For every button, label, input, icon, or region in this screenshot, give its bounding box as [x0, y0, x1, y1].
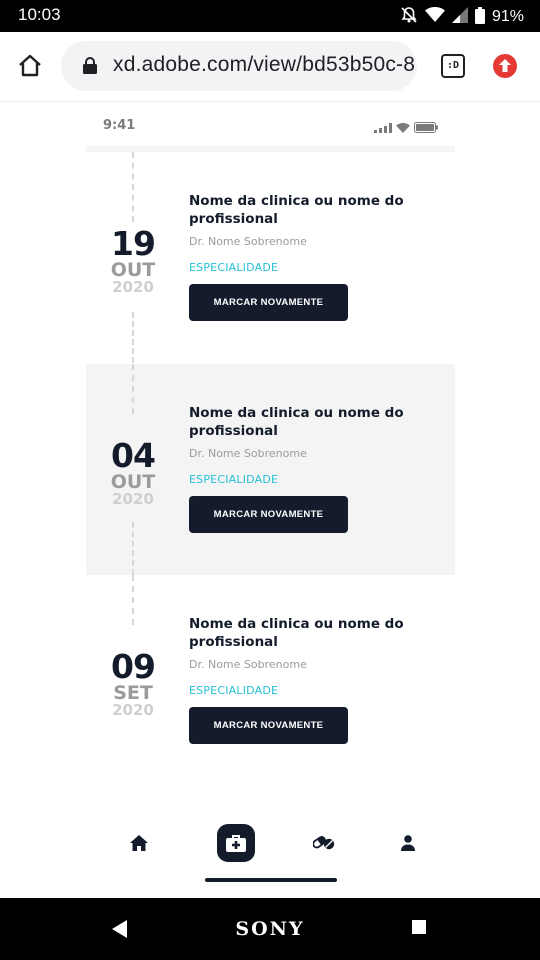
battery-percent: 91%: [491, 8, 524, 25]
date-year: 2020: [112, 701, 154, 719]
battery-icon: [414, 118, 438, 137]
rebook-button[interactable]: MARCAR NOVAMENTE: [189, 284, 348, 321]
address-bar[interactable]: xd.adobe.com/view/bd53b50c-8: [61, 41, 417, 91]
appointment-card: 04 OUT 2020 Nome da clinica ou nome do p…: [86, 364, 455, 575]
doctor-name: Dr. Nome Sobrenome: [189, 658, 307, 671]
date-year: 2020: [112, 278, 154, 296]
nav-home-icon[interactable]: [120, 824, 158, 862]
clinic-name: Nome da clinica ou nome do profissional: [189, 616, 404, 650]
appointment-date: 19 OUT 2020: [86, 224, 180, 296]
status-time: 10:03: [18, 5, 61, 24]
url-text: xd.adobe.com/view/bd53b50c-8: [113, 53, 416, 76]
home-indicator: [205, 878, 337, 882]
appointment-date: 09 SET 2020: [86, 647, 180, 719]
appointment-card: 19 OUT 2020 Nome da clinica ou nome do p…: [86, 152, 455, 363]
browser-toolbar: xd.adobe.com/view/bd53b50c-8 :D: [0, 32, 540, 102]
clinic-name: Nome da clinica ou nome do profissional: [189, 405, 404, 439]
date-day: 04: [111, 436, 156, 475]
nav-profile-icon[interactable]: [389, 824, 427, 862]
appointment-info: Nome da clinica ou nome do profissional …: [189, 615, 429, 744]
appointment-date: 04 OUT 2020: [86, 436, 180, 508]
date-day: 09: [111, 647, 156, 686]
battery-icon: [474, 6, 485, 28]
specialty: ESPECIALIDADE: [189, 261, 279, 274]
tab-switcher-button[interactable]: :D: [441, 54, 465, 78]
notifications-off-icon: [400, 6, 418, 28]
specialty: ESPECIALIDADE: [189, 473, 279, 486]
timeline-line: [132, 312, 134, 363]
timeline-line: [132, 152, 134, 222]
doctor-name: Dr. Nome Sobrenome: [189, 447, 307, 460]
rebook-button[interactable]: MARCAR NOVAMENTE: [189, 496, 348, 533]
appointment-info: Nome da clinica ou nome do profissional …: [189, 192, 429, 321]
date-day: 19: [111, 224, 156, 263]
android-nav-bar: SONY: [0, 898, 540, 960]
status-bar: 10:03 91%: [0, 0, 540, 32]
nav-medical-kit-icon[interactable]: [217, 824, 255, 862]
recents-icon[interactable]: [412, 920, 426, 934]
signal-icon: [374, 118, 392, 137]
specialty: ESPECIALIDADE: [189, 684, 279, 697]
browser-home-icon[interactable]: [16, 52, 44, 80]
brand-logo: SONY: [235, 918, 305, 940]
prototype-status-icons: [374, 118, 438, 137]
doctor-name: Dr. Nome Sobrenome: [189, 235, 307, 248]
lock-icon: [83, 57, 97, 74]
wifi-icon: [396, 118, 410, 137]
appointment-card: 09 SET 2020 Nome da clinica ou nome do p…: [86, 575, 455, 786]
update-icon[interactable]: [493, 54, 517, 78]
prototype-time: 9:41: [103, 118, 136, 133]
timeline-line: [132, 575, 134, 625]
nav-pills-icon[interactable]: [305, 824, 343, 862]
rebook-button[interactable]: MARCAR NOVAMENTE: [189, 707, 348, 744]
wifi-icon: [424, 7, 445, 27]
clinic-name: Nome da clinica ou nome do profissional: [189, 193, 404, 227]
date-year: 2020: [112, 490, 154, 508]
status-icons: 91%: [400, 6, 524, 28]
timeline-line: [132, 364, 134, 414]
bottom-nav: [86, 820, 455, 870]
signal-icon: [451, 7, 468, 27]
appointment-info: Nome da clinica ou nome do profissional …: [189, 404, 429, 533]
timeline-line: [132, 522, 134, 575]
